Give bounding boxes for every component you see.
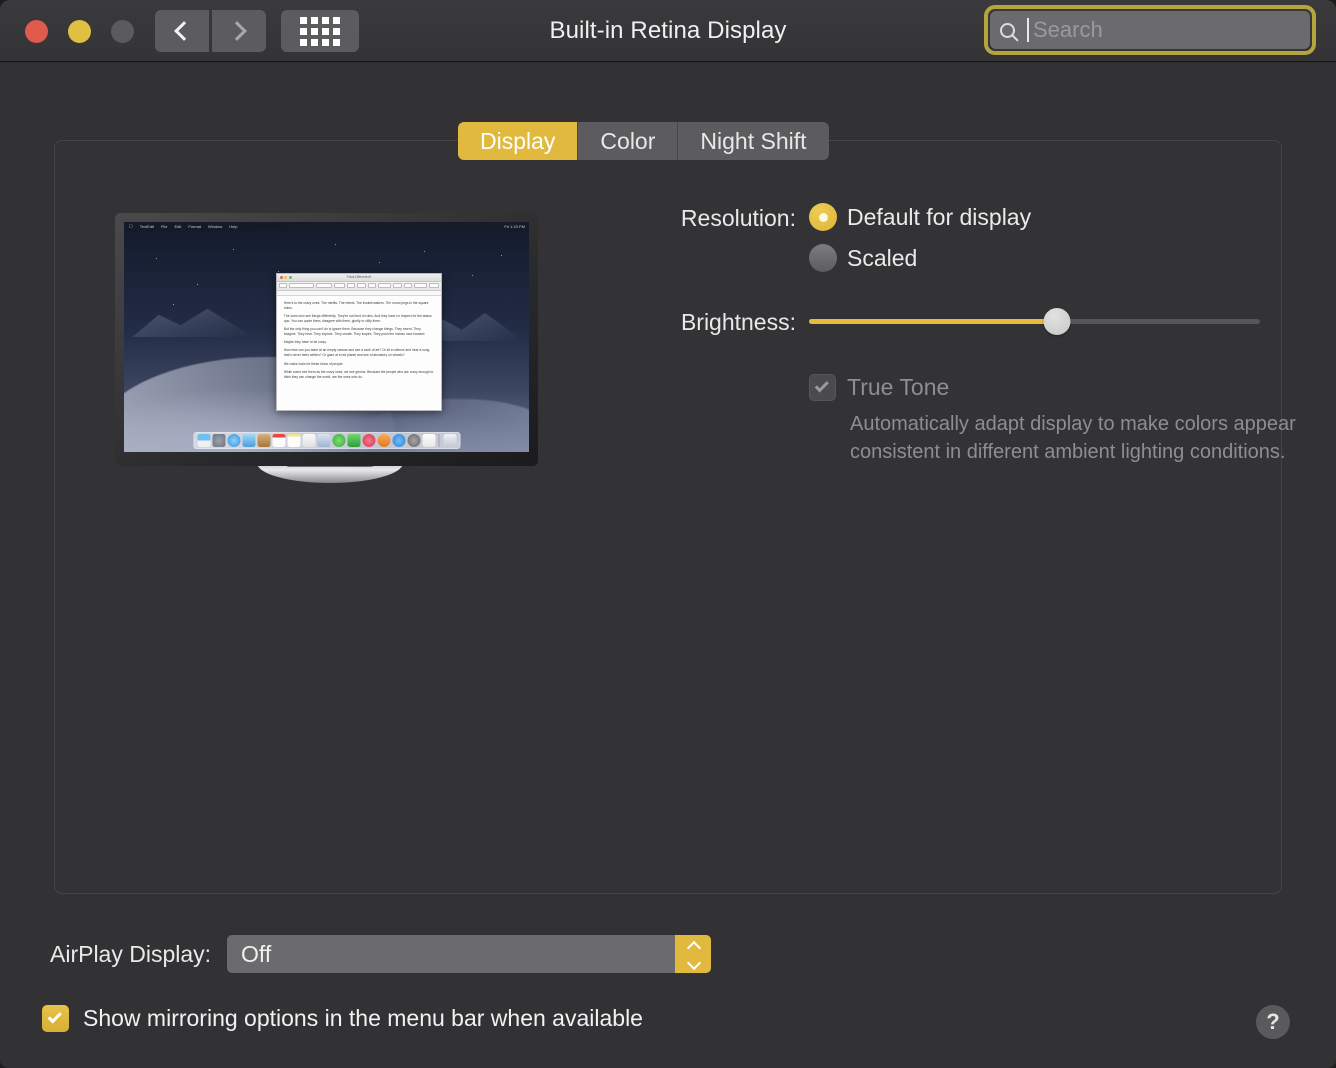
- textedit-paragraph: The ones who see things differently. The…: [283, 313, 432, 323]
- safari-icon: [227, 434, 240, 447]
- tab-color[interactable]: Color: [578, 122, 679, 160]
- true-tone-label: True Tone: [847, 374, 950, 400]
- radio-label: Scaled: [847, 244, 918, 271]
- textedit-paragraph: But the only thing you can't do is ignor…: [283, 327, 426, 337]
- preview-menu-bar:  TextEdit File Edit Format Window Help …: [124, 222, 529, 231]
- search-field[interactable]: Search: [984, 5, 1316, 55]
- menu-item-help: Help: [225, 224, 237, 229]
- brightness-slider[interactable]: [809, 307, 1260, 335]
- facetime-icon: [347, 434, 360, 447]
- resolution-option-default[interactable]: Default for display: [809, 203, 1031, 231]
- textedit-paragraph: Here's to the crazy ones. The misfits. T…: [283, 300, 429, 310]
- launchpad-icon: [212, 434, 225, 447]
- airplay-label: AirPlay Display:: [50, 940, 212, 967]
- tab-display[interactable]: Display: [458, 122, 579, 160]
- checkmark-icon: [47, 1009, 62, 1024]
- help-button[interactable]: ?: [1256, 1005, 1290, 1039]
- true-tone-description: Automatically adapt display to make colo…: [850, 413, 1296, 464]
- mirroring-label: Show mirroring options in the menu bar w…: [83, 1005, 643, 1031]
- messages-icon: [332, 434, 345, 447]
- radio-selected-icon: [809, 203, 837, 231]
- photos-icon: [317, 434, 330, 447]
- radio-label: Default for display: [847, 203, 1032, 230]
- true-tone-checkbox: [809, 374, 836, 401]
- display-bezel:  TextEdit File Edit Format Window Help …: [115, 213, 538, 466]
- search-placeholder: Search: [1033, 17, 1103, 42]
- airplay-popup-button[interactable]: Off: [227, 935, 712, 973]
- brightness-row: Brightness:: [600, 307, 1260, 336]
- airplay-display-row: AirPlay Display: Off: [50, 935, 712, 973]
- resolution-label: Resolution:: [680, 205, 796, 231]
- search-icon: [1000, 22, 1015, 38]
- preview-dock: [193, 432, 460, 449]
- textedit-paragraph: We make tools for these kinds of people.: [283, 361, 344, 366]
- radio-unselected-icon: [809, 244, 837, 272]
- preview-textedit-window: Think Different.rtf Here's to the crazy …: [275, 272, 442, 411]
- dock-separator: [438, 434, 440, 447]
- menu-item-file: File: [157, 224, 167, 229]
- chevron-down-icon: [688, 956, 699, 967]
- contacts-icon: [257, 434, 270, 447]
- finder-icon: [197, 434, 210, 447]
- menu-bar-status: Fri 1:23 PM: [504, 224, 525, 229]
- airplay-value: Off: [241, 940, 272, 967]
- chevron-up-icon: [688, 941, 699, 952]
- brightness-label: Brightness:: [680, 309, 796, 335]
- calendar-icon: [272, 434, 285, 447]
- mirroring-checkbox-row[interactable]: Show mirroring options in the menu bar w…: [42, 1005, 643, 1032]
- resolution-radio-group: Default for display Scaled: [809, 203, 1031, 285]
- checkmark-icon: [814, 378, 829, 393]
- system-preferences-icon: [407, 434, 420, 447]
- slider-fill: [809, 318, 1058, 324]
- textedit-paragraph: How else can you stare at an empty canva…: [283, 348, 430, 358]
- true-tone-checkbox-row: True Tone: [809, 374, 1260, 401]
- stepper-up-down-icon[interactable]: [675, 935, 712, 973]
- textedit-format-bar: [276, 281, 441, 291]
- mountain-ridge-left: [132, 308, 254, 338]
- display-preferences-window: Built-in Retina Display Search Display C…: [0, 0, 1336, 1068]
- textedit-paragraph: While some see them as the crazy ones, w…: [283, 369, 434, 379]
- notes-icon: [287, 434, 300, 447]
- textedit-icon: [422, 434, 435, 447]
- display-screen:  TextEdit File Edit Format Window Help …: [124, 222, 529, 452]
- trash-icon: [443, 434, 456, 447]
- ibooks-icon: [377, 434, 390, 447]
- appstore-icon: [392, 434, 405, 447]
- tab-night-shift[interactable]: Night Shift: [678, 122, 829, 160]
- mail-icon: [242, 434, 255, 447]
- apple-logo-icon: : [129, 224, 133, 230]
- mirroring-checkbox[interactable]: [42, 1005, 69, 1032]
- window-toolbar: Built-in Retina Display Search: [0, 0, 1336, 62]
- display-settings-controls: Resolution: Default for display Scaled B…: [600, 203, 1296, 467]
- tab-bar: Display Color Night Shift: [458, 122, 829, 160]
- resolution-row: Resolution: Default for display Scaled: [600, 203, 1260, 285]
- textedit-paragraph: Maybe they have to be crazy.: [283, 340, 327, 345]
- itunes-icon: [362, 434, 375, 447]
- menu-item-edit: Edit: [170, 224, 181, 229]
- textedit-title-bar: Think Different.rtf: [276, 273, 441, 282]
- reminders-icon: [302, 434, 315, 447]
- resolution-option-scaled[interactable]: Scaled: [809, 244, 1031, 272]
- display-preview-illustration:  TextEdit File Edit Format Window Help …: [115, 213, 545, 483]
- clock-status: Fri 1:23 PM: [504, 224, 525, 229]
- textedit-title: Think Different.rtf: [346, 275, 372, 280]
- menu-item-format: Format: [184, 224, 201, 229]
- menu-item-app: TextEdit: [136, 224, 154, 229]
- true-tone-section: True Tone Automatically adapt display to…: [809, 374, 1296, 467]
- menu-item-window: Window: [204, 224, 222, 229]
- slider-thumb[interactable]: [1043, 307, 1071, 335]
- display-settings-panel:  TextEdit File Edit Format Window Help …: [54, 140, 1296, 894]
- text-caret: [1027, 18, 1029, 42]
- textedit-document-body: Here's to the crazy ones. The misfits. T…: [277, 296, 441, 410]
